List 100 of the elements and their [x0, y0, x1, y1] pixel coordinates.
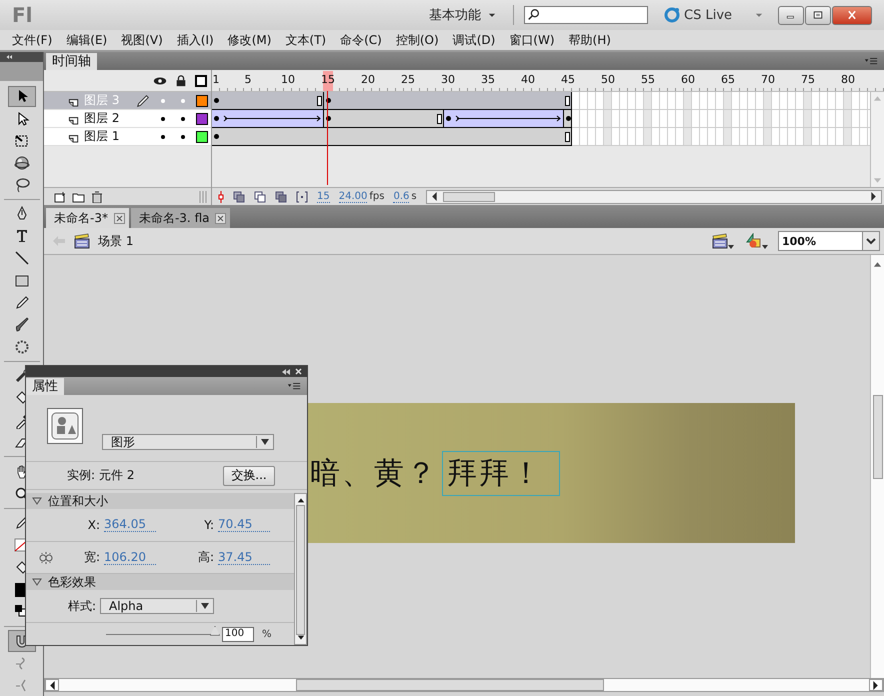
close-icon[interactable] — [215, 212, 226, 224]
playhead-center-icon[interactable] — [218, 190, 224, 202]
minimize-button[interactable] — [778, 6, 804, 24]
visible-dot-icon[interactable] — [161, 134, 165, 138]
panel-tab[interactable]: 时间轴 — [46, 53, 97, 70]
field-value[interactable]: 106.20 — [104, 550, 156, 565]
end-frame-marker — [317, 96, 322, 106]
section-header[interactable]: 色彩效果 — [26, 574, 294, 590]
trash-icon[interactable] — [91, 190, 103, 202]
edit-scene-button[interactable] — [710, 233, 736, 249]
panel-menu-icon[interactable] — [864, 56, 878, 66]
scrollbar[interactable] — [426, 190, 882, 204]
frame-span[interactable] — [212, 92, 324, 110]
frame-number: 55 — [641, 73, 655, 86]
folder-icon[interactable] — [72, 190, 85, 202]
cs-live-button[interactable]: CS Live — [658, 6, 748, 24]
alpha-field[interactable]: 100 — [222, 626, 254, 642]
menu-item[interactable]: 命令(C) — [340, 32, 382, 48]
chain-link-icon[interactable] — [39, 552, 53, 564]
brush-icon — [14, 317, 30, 333]
elapsed-time-value[interactable]: 0.6 — [393, 190, 410, 202]
frame-number: 50 — [601, 73, 615, 86]
field-label: 样式: — [66, 598, 96, 615]
panel-tab[interactable]: 属性 — [26, 378, 64, 395]
tween-span[interactable] — [444, 110, 564, 128]
selected-text[interactable]: 拜拜！ — [442, 450, 560, 496]
onion-skin-icon[interactable] — [233, 190, 245, 202]
style-dropdown[interactable]: Alpha — [100, 598, 214, 614]
onion-markers-icon[interactable] — [296, 190, 308, 202]
scroll-thumb[interactable] — [442, 192, 495, 202]
eye-icon[interactable] — [153, 74, 167, 86]
document-tab[interactable]: 未命名-3* — [46, 208, 129, 228]
layer-color-swatch[interactable] — [196, 130, 208, 142]
field-value[interactable]: 70.45 — [218, 518, 270, 532]
search-field[interactable] — [524, 6, 648, 24]
scrollbar[interactable] — [870, 255, 884, 678]
clapperboard-icon — [74, 233, 90, 249]
collapse-icon[interactable] — [282, 368, 290, 374]
menu-item[interactable]: 调试(D) — [452, 32, 496, 48]
scroll-up-icon[interactable] — [296, 497, 304, 503]
visible-dot-icon[interactable] — [161, 116, 165, 120]
menu-item[interactable]: 视图(V) — [121, 32, 163, 48]
visible-dot-icon[interactable] — [161, 98, 165, 102]
panel-grip[interactable] — [0, 62, 43, 81]
menu-item[interactable]: 文本(T) — [285, 32, 326, 48]
scroll-thumb[interactable] — [296, 679, 604, 691]
scroll-right-icon[interactable] — [871, 192, 877, 201]
scrollbar[interactable] — [294, 493, 307, 645]
field-value[interactable]: 364.05 — [104, 518, 156, 532]
new-layer-icon[interactable] — [54, 190, 66, 202]
panel-menu-icon[interactable] — [287, 381, 301, 391]
layer-row[interactable]: 图层 2 — [44, 110, 211, 128]
menu-item[interactable]: 修改(M) — [228, 32, 272, 48]
menu-item[interactable]: 文件(F) — [12, 32, 52, 48]
keyframe-dot — [214, 134, 219, 139]
caret-icon — [728, 245, 734, 249]
multi-frame-icon[interactable] — [275, 190, 287, 202]
menu-item[interactable]: 帮助(H) — [568, 32, 611, 48]
field-value[interactable]: 37.45 — [218, 550, 270, 565]
frame-span[interactable] — [564, 110, 572, 128]
scene-name[interactable]: 场景 1 — [98, 232, 134, 250]
slider-thumb[interactable] — [210, 626, 220, 636]
outline-square-icon[interactable] — [195, 74, 207, 86]
menu-item[interactable]: 插入(I) — [176, 32, 214, 48]
frame-number: 65 — [721, 73, 735, 86]
tool-button[interactable] — [8, 86, 36, 107]
zoom-combo[interactable]: 100% — [778, 231, 880, 251]
workspace-switcher[interactable]: 基本功能 — [423, 6, 503, 24]
tween-span[interactable] — [212, 110, 324, 128]
frame-rate-value[interactable]: 24.00 — [338, 190, 368, 202]
unlocked-dot-icon[interactable] — [181, 134, 185, 138]
menu-item[interactable]: 编辑(E) — [66, 32, 108, 48]
frame-span[interactable] — [212, 128, 572, 146]
close-icon[interactable] — [114, 212, 125, 224]
scroll-right-icon[interactable] — [873, 680, 879, 690]
document-tab[interactable]: 未命名-3. fla — [130, 208, 230, 228]
scrollbar[interactable] — [44, 678, 884, 692]
menu-item[interactable]: 窗口(W) — [509, 32, 555, 48]
symbol-type-dropdown[interactable]: 图形 — [102, 434, 274, 450]
scroll-left-icon[interactable] — [430, 192, 437, 201]
resize-grip-icon[interactable] — [199, 190, 207, 202]
layer-color-swatch[interactable] — [196, 94, 208, 106]
menu-item[interactable]: 控制(O) — [396, 32, 439, 48]
layer-row[interactable]: 图层 1 — [44, 128, 211, 146]
lock-icon[interactable] — [175, 74, 187, 86]
section-header[interactable]: 位置和大小 — [26, 493, 294, 509]
close-button[interactable] — [832, 6, 872, 24]
scroll-thumb[interactable] — [296, 505, 305, 635]
layer-color-swatch[interactable] — [196, 112, 208, 124]
maximize-button[interactable] — [805, 6, 831, 24]
onion-outline-icon[interactable] — [254, 190, 266, 202]
scroll-thumb[interactable] — [872, 395, 882, 479]
frame-number: 25 — [401, 73, 415, 86]
scroll-left-icon[interactable] — [49, 680, 55, 690]
swap-button[interactable]: 交换... — [223, 466, 275, 486]
current-frame-value[interactable]: 15 — [317, 190, 330, 202]
collapse-bar[interactable] — [0, 52, 43, 62]
unlocked-dot-icon[interactable] — [181, 98, 185, 102]
unlocked-dot-icon[interactable] — [181, 116, 185, 120]
edit-symbol-button[interactable] — [744, 233, 770, 249]
